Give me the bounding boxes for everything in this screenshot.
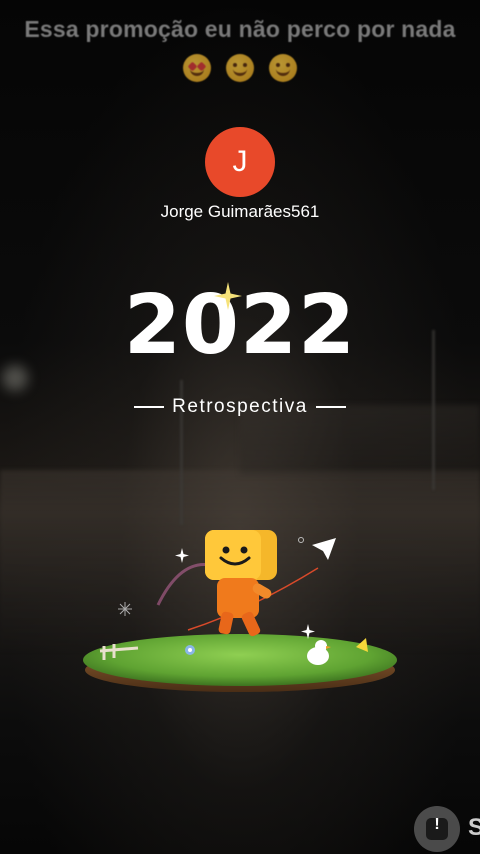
bubble-icon [298,537,304,543]
grinning-emoji-icon [226,54,254,82]
subtitle-text: Retrospectiva [172,396,308,417]
heart-eyes-emoji-icon [183,54,212,82]
banner-subtitle: Retrospectiva [0,396,480,418]
star-burst-icon [118,602,132,616]
username[interactable]: Jorge Guimarães561 [0,202,480,222]
divider-left [134,405,165,408]
divider-right [315,405,346,408]
info-button[interactable] [414,806,460,852]
sparkle-small-icon [175,548,189,563]
info-square-icon [426,816,448,840]
mascot-body [217,578,259,618]
island-grass [83,634,397,686]
laughing-emoji-icon [268,54,297,82]
avatar[interactable]: J [205,127,275,197]
rainbow-arc [156,563,211,606]
caption-emojis [0,54,480,89]
paper-plane-icon [312,538,336,560]
flower-icon [185,645,195,655]
mascot-scene [83,530,397,692]
cut-off-label: S [468,814,480,841]
sparkle-icon [214,282,242,310]
video-caption: Essa promoção eu não perco por nada [24,16,456,42]
